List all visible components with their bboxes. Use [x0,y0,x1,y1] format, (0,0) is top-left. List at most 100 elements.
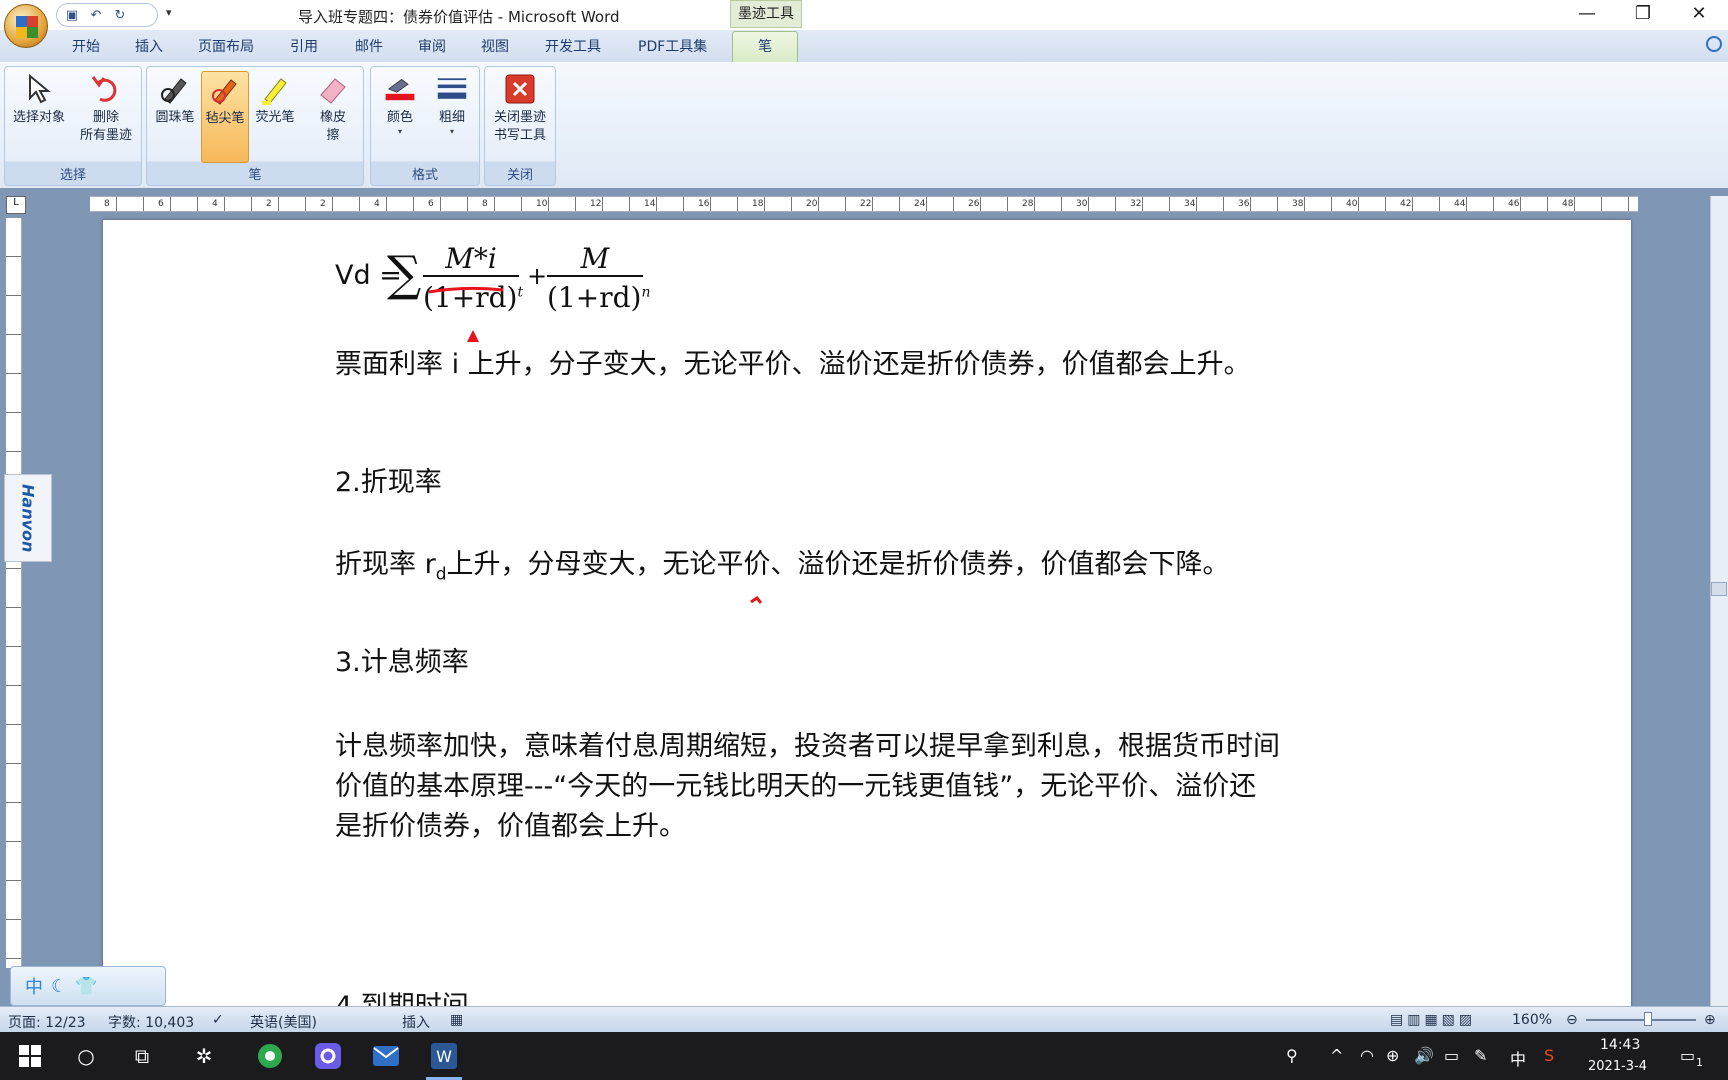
zoom-slider-thumb[interactable] [1644,1012,1652,1026]
formula-num1: M*i [423,242,519,277]
ruler-label: 36 [1238,199,1250,209]
search-icon[interactable]: ○ [70,1040,102,1072]
browser-icon[interactable] [254,1040,286,1072]
hanvon-handwriting-panel[interactable]: Hanvon [4,474,52,562]
meeting-app-icon[interactable] [312,1040,344,1072]
tab-developer[interactable]: 开发工具 [545,36,601,56]
zoom-slider[interactable] [1586,1019,1696,1021]
app-swirl-icon[interactable]: ✲ [188,1040,220,1072]
ruler-label: 40 [1346,199,1358,209]
view-buttons[interactable]: ▤▥▦▧▨ [1390,1012,1476,1028]
horizontal-ruler[interactable]: 8 6 4 2 2 4 6 8 10 12 14 16 18 20 22 24 26 28 30 32 34 36 38 40… [90,196,1638,212]
ruler-label: 4 [374,199,380,209]
close-button[interactable]: ✕ [1672,0,1726,30]
help-icon[interactable] [1706,36,1722,52]
spellcheck-icon[interactable]: ✓ [212,1012,224,1028]
felt-tip-label: 毡尖笔 [205,111,245,126]
color-button[interactable]: 颜色 ▾ [375,71,425,163]
clock-time[interactable]: 14:43 [1600,1037,1640,1053]
minimize-button[interactable]: — [1560,0,1614,30]
ballpoint-label: 圆珠笔 [155,110,195,125]
eraser-button[interactable]: 橡皮 擦 [307,71,359,163]
windows-start-icon[interactable] [14,1040,46,1072]
ribbon-tab-row [0,30,1728,62]
zoom-out-icon[interactable]: ⊖ [1566,1012,1578,1028]
restore-button[interactable]: ❐ [1616,0,1670,30]
sogou-icon[interactable]: S [1544,1046,1554,1065]
ruler-label: 48 [1562,199,1574,209]
select-object-button[interactable]: 选择对象 [9,71,69,163]
office-logo-icon [16,16,38,38]
task-view-icon[interactable]: ⧉ [126,1040,158,1072]
title-bar [0,0,1728,30]
formula-plus: + [527,262,548,290]
ruler-label: 12 [590,199,602,209]
weight-dropdown-icon[interactable]: ▾ [427,127,477,136]
redo-icon[interactable]: ↻ [111,6,129,24]
eraser-label-2: 擦 [326,128,340,143]
page-count[interactable]: 页面: 12/23 [8,1012,86,1032]
zoom-in-icon[interactable]: ⊕ [1704,1012,1716,1028]
customize-qat-icon[interactable]: ▾ [166,6,172,19]
tab-page-layout[interactable]: 页面布局 [198,36,254,56]
tab-view[interactable]: 视图 [481,36,509,56]
tab-review[interactable]: 审阅 [418,36,446,56]
word-taskbar-icon[interactable]: W [428,1040,460,1072]
ruler-toggle-button[interactable]: L [6,196,26,214]
mail-app-icon[interactable] [370,1040,402,1072]
p2-sub: d [435,564,447,585]
tab-pen[interactable]: 笔 [732,31,798,63]
ime-toolbar[interactable]: 中 ☾ 👕 [10,966,166,1006]
felt-tip-pen-button[interactable]: 毡尖笔 [201,71,249,163]
ruler-label: 6 [428,199,434,209]
volume-icon[interactable]: 🔊 [1414,1046,1434,1065]
notification-icon[interactable]: ▭ [1680,1046,1695,1065]
formula-exp2: n [641,284,651,301]
pen-icon[interactable]: ✎ [1474,1046,1487,1065]
word-count[interactable]: 字数: 10,403 [108,1012,194,1032]
tab-references[interactable]: 引用 [290,36,318,56]
tab-pdf-tools[interactable]: PDF工具集 [638,36,707,56]
highlighter-icon [259,73,291,105]
moon-icon[interactable]: ☾ [51,976,67,997]
quick-access-toolbar: ▣ ↶ ↻ [56,3,158,27]
vertical-scrollbar[interactable] [1710,196,1728,1006]
ballpoint-pen-button[interactable]: 圆珠笔 [151,71,199,163]
color-dropdown-icon[interactable]: ▾ [375,127,425,136]
tab-mailings[interactable]: 邮件 [355,36,383,56]
document-page[interactable]: Vd = ∑ M*i (1+rd)t + M (1+rd)n 票面利率 i 上升… [103,220,1631,1022]
tray-expand-icon[interactable]: ^ [1330,1046,1343,1065]
status-bar: 页面: 12/23 字数: 10,403 ✓ 英语(美国) 插入 ▦ ▤▥▦▧▨… [0,1006,1728,1032]
office-button[interactable] [4,4,48,48]
zoom-level[interactable]: 160% [1512,1012,1552,1028]
ruler-label: 8 [482,199,488,209]
scrollbar-thumb[interactable] [1711,582,1727,596]
tab-home[interactable]: 开始 [72,36,100,56]
group-pen-label: 笔 [248,168,262,183]
network-icon[interactable]: ◠ [1360,1046,1374,1065]
highlighter-label: 荧光笔 [255,110,295,125]
close-ink-tools-button[interactable]: 关闭墨迹 书写工具 [487,71,553,163]
vertical-ruler[interactable] [6,218,22,968]
language[interactable]: 英语(美国) [250,1012,317,1032]
ime-tray-indicator[interactable]: 中 [1510,1046,1526,1070]
ime-mode[interactable]: 中 [25,973,43,999]
felt-tip-pen-icon [209,74,241,106]
paragraph-coupon-rate: 票面利率 i 上升，分子变大，无论平价、溢价还是折价债券，价值都会上升。 [335,349,1251,380]
macro-icon[interactable]: ▦ [450,1012,463,1028]
save-icon[interactable]: ▣ [63,6,81,24]
undo-icon[interactable]: ↶ [87,6,105,24]
delete-all-ink-button[interactable]: 删除 所有墨迹 [73,71,139,163]
paragraph-frequency-line1: 计息频率加快，意味着付息周期缩短，投资者可以提早拿到利息，根据货币时间 [335,731,1280,762]
weight-button[interactable]: 粗细 ▾ [427,71,477,163]
ruler-label: 16 [698,199,710,209]
tray-app-icon[interactable]: ⊕ [1386,1046,1399,1065]
people-icon[interactable]: ⚲ [1286,1046,1298,1065]
ruler-label: 34 [1184,199,1196,209]
battery-icon[interactable]: ▭ [1444,1046,1459,1065]
tab-insert[interactable]: 插入 [135,36,163,56]
clock-date[interactable]: 2021-3-4 [1588,1059,1647,1074]
highlighter-button[interactable]: 荧光笔 [251,71,299,163]
shirt-icon[interactable]: 👕 [75,976,97,997]
insert-mode[interactable]: 插入 [402,1012,430,1032]
